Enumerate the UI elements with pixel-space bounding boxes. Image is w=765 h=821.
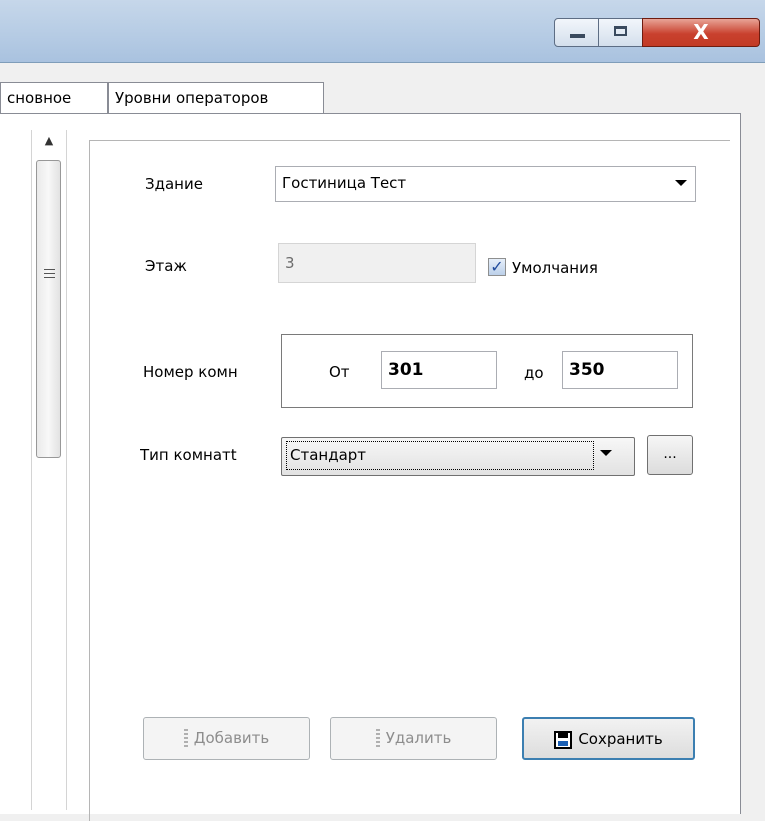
room-type-value: Стандарт [286, 441, 594, 470]
tab-operator-levels[interactable]: Уровни операторов [108, 82, 324, 113]
building-label: Здание [145, 175, 203, 193]
minimize-icon [570, 34, 585, 38]
delete-button-label: Удалить [385, 729, 452, 747]
room-type-more-button[interactable]: ... [647, 435, 693, 475]
tab-main[interactable]: сновное [0, 82, 108, 113]
delete-button[interactable]: Удалить [330, 717, 497, 760]
chevron-down-icon[interactable] [675, 180, 687, 186]
minimize-button[interactable] [554, 18, 599, 47]
room-range-box: От 301 до 350 [281, 334, 693, 408]
maximize-button[interactable] [598, 18, 643, 47]
close-button[interactable]: X [642, 18, 760, 47]
add-button-label: Добавить [193, 729, 270, 747]
chevron-down-icon[interactable] [600, 450, 612, 456]
grip-line [44, 273, 55, 274]
floppy-disk-icon [554, 730, 573, 749]
room-type-combo[interactable]: Стандарт [281, 437, 635, 476]
add-button[interactable]: Добавить [143, 717, 310, 760]
from-room-input[interactable]: 301 [381, 351, 497, 389]
drag-handle-icon [183, 728, 188, 749]
drag-handle-icon [375, 728, 380, 749]
building-dropdown[interactable]: Гостиница Тест [275, 166, 696, 202]
save-button[interactable]: Сохранить [522, 717, 695, 760]
default-checkbox[interactable]: ✓ [488, 258, 506, 276]
floor-label: Этаж [145, 257, 187, 275]
divider [89, 780, 90, 796]
window-titlebar: X [0, 0, 765, 63]
default-checkbox-label[interactable]: Умолчания [512, 259, 598, 277]
room-type-label: Тип комнатt [140, 446, 237, 464]
maximize-icon [614, 26, 627, 36]
vertical-scrollbar[interactable]: ▲ [31, 130, 67, 810]
grip-line [44, 277, 55, 278]
from-label: От [329, 363, 350, 381]
grip-line [44, 269, 55, 270]
floor-input[interactable]: 3 [278, 243, 476, 283]
building-value: Гостиница Тест [282, 174, 407, 192]
checkmark-icon: ✓ [490, 257, 504, 276]
scroll-up-arrow-icon[interactable]: ▲ [32, 130, 66, 158]
save-button-label: Сохранить [578, 730, 663, 748]
scroll-thumb[interactable] [36, 160, 61, 458]
close-icon: X [693, 20, 709, 44]
to-room-input[interactable]: 350 [562, 351, 678, 389]
to-label: до [524, 364, 544, 382]
room-number-label: Номер комн [143, 363, 238, 381]
